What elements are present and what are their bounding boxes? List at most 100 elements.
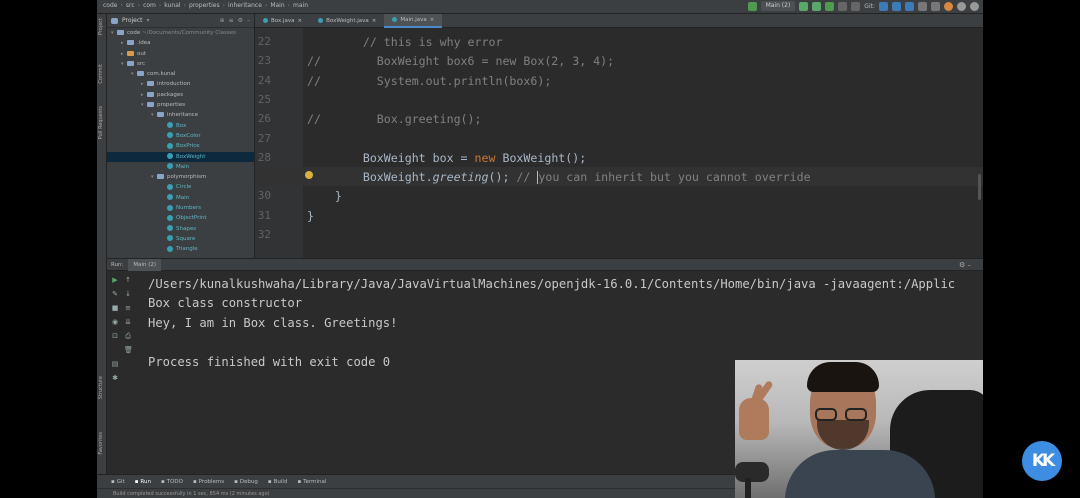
tree-item[interactable]: BoxColor xyxy=(107,131,254,141)
wrench-icon[interactable]: ✎ xyxy=(111,290,119,298)
code-line[interactable]: // this is why error xyxy=(307,35,503,49)
breadcrumb-separator: › xyxy=(158,2,162,9)
git-push-icon[interactable] xyxy=(905,1,914,11)
stop-icon[interactable]: ■ xyxy=(111,304,119,312)
chevron-down-icon[interactable]: ▾ xyxy=(147,17,150,24)
pull-requests-tool-tab[interactable]: Pull Requests xyxy=(98,106,104,139)
restore-layout-icon[interactable]: ⊡ xyxy=(111,332,119,340)
layout-icon[interactable]: ▤ xyxy=(111,360,119,368)
gear-icon[interactable]: ⚙ – xyxy=(959,261,971,269)
git-commit-icon[interactable] xyxy=(892,1,901,11)
code-line[interactable]: } xyxy=(307,189,342,203)
tree-item[interactable]: Square xyxy=(107,234,254,244)
breadcrumb-item[interactable]: inheritance xyxy=(228,2,262,9)
coverage-icon[interactable] xyxy=(825,1,835,11)
tool-window-todo[interactable]: ▪ TODO xyxy=(161,479,183,485)
history-icon[interactable] xyxy=(918,1,927,11)
hammer-icon[interactable] xyxy=(747,1,757,11)
breadcrumb-item[interactable]: properties xyxy=(189,2,220,9)
code-token: new xyxy=(474,150,496,165)
favorites-tool-tab[interactable]: Favorites xyxy=(98,432,104,455)
tree-item[interactable]: ▾ code ~/Documents/Community Classes xyxy=(107,28,254,38)
project-tool-tab[interactable]: Project xyxy=(98,18,104,35)
close-icon[interactable]: × xyxy=(372,14,377,28)
run-tab-main[interactable]: Main (2) xyxy=(128,258,162,271)
arrow-up-icon[interactable]: ↑ xyxy=(124,276,132,284)
breadcrumb-item[interactable]: Main xyxy=(270,2,284,9)
beard xyxy=(817,420,869,450)
tool-window-run[interactable]: ▪ Run xyxy=(135,479,151,485)
code-editor[interactable]: Box.java × BoxWeight.java × Main.java × 22 23 2… xyxy=(255,13,983,258)
tool-window-git[interactable]: ▪ Git xyxy=(111,479,125,485)
tree-item[interactable]: ▸ packages xyxy=(107,90,254,100)
breadcrumb-item[interactable]: code xyxy=(103,2,117,9)
tree-item[interactable]: ▾ properties xyxy=(107,100,254,110)
tool-window-debug[interactable]: ▪ Debug xyxy=(234,479,258,485)
tool-window-terminal[interactable]: ▪ Terminal xyxy=(297,479,326,485)
tree-item[interactable]: Box xyxy=(107,121,254,131)
tree-item[interactable]: ▸ introduction xyxy=(107,79,254,89)
tree-item[interactable]: ▾ com.kunal xyxy=(107,69,254,79)
tree-item[interactable]: ObjectPrint xyxy=(107,213,254,223)
tool-window-build[interactable]: ▪ Build xyxy=(268,479,288,485)
project-view-select[interactable]: Project xyxy=(122,17,143,24)
tree-item[interactable]: ▸ out xyxy=(107,49,254,59)
tree-item[interactable]: Main xyxy=(107,193,254,203)
breadcrumb-item[interactable]: src xyxy=(126,2,135,9)
run-configuration-select[interactable]: Main (2) xyxy=(760,1,796,11)
tree-item-label: BoxWeight xyxy=(176,153,206,160)
editor-scrollbar[interactable] xyxy=(978,174,981,200)
user-icon[interactable] xyxy=(944,1,953,11)
print-icon[interactable]: ⎙ xyxy=(124,332,132,340)
gear-icon[interactable]: ⚙ xyxy=(238,17,243,24)
settings-icon[interactable] xyxy=(970,1,979,11)
pin-icon[interactable]: ✱ xyxy=(111,374,119,382)
tree-item[interactable]: Shapes xyxy=(107,224,254,234)
code-token: } xyxy=(307,208,314,223)
soft-wrap-icon[interactable]: ≡ xyxy=(124,304,132,312)
tree-item[interactable]: ▾ src xyxy=(107,59,254,69)
search-icon[interactable] xyxy=(957,1,966,11)
tree-item[interactable]: ▾ polymorphism xyxy=(107,172,254,182)
arrow-down-icon[interactable]: ↓ xyxy=(124,290,132,298)
rerun-icon[interactable]: ▶ xyxy=(111,276,119,284)
update-icon[interactable] xyxy=(851,1,861,11)
code-line[interactable]: BoxWeight box = new BoxWeight(); xyxy=(307,151,586,165)
editor-tab[interactable]: BoxWeight.java × xyxy=(310,14,384,28)
structure-tool-tab[interactable]: Structure xyxy=(98,376,104,399)
trash-icon[interactable]: 🗑 xyxy=(124,346,133,354)
tree-item[interactable]: ▾ inheritance xyxy=(107,110,254,120)
git-update-icon[interactable] xyxy=(879,1,888,11)
editor-tab[interactable]: Box.java × xyxy=(255,14,310,28)
breadcrumb-item[interactable]: kunal xyxy=(164,2,180,9)
tree-item[interactable]: Circle xyxy=(107,182,254,192)
tree-item[interactable]: Triangle xyxy=(107,244,254,254)
tool-window-problems[interactable]: ▪ Problems xyxy=(193,479,224,485)
tree-item[interactable]: ▸ .idea xyxy=(107,38,254,48)
code-line[interactable]: // BoxWeight box6 = new Box(2, 3, 4); xyxy=(307,54,614,68)
breadcrumb-item[interactable]: main xyxy=(293,2,308,9)
line-number: 23 xyxy=(257,54,271,68)
editor-tab[interactable]: Main.java × xyxy=(384,13,443,28)
collapse-icon[interactable]: ≡ xyxy=(229,17,234,24)
debug-icon[interactable] xyxy=(812,1,822,11)
breadcrumb-item[interactable]: com xyxy=(143,2,156,9)
tree-item[interactable]: Numbers xyxy=(107,203,254,213)
crosshair-icon[interactable]: ⊕ xyxy=(220,17,225,24)
stop-icon[interactable] xyxy=(838,1,848,11)
rollback-icon[interactable] xyxy=(931,1,940,11)
code-line[interactable]: BoxWeight.greeting(); // you can inherit… xyxy=(307,170,811,185)
code-line[interactable]: } xyxy=(307,209,314,223)
camera-icon[interactable]: ◉ xyxy=(111,318,119,326)
commit-tool-tab[interactable]: Commit xyxy=(98,64,104,84)
close-icon[interactable]: × xyxy=(298,14,303,28)
close-icon[interactable]: × xyxy=(430,13,435,27)
scroll-to-end-icon[interactable]: ⇊ xyxy=(124,318,132,326)
code-line[interactable]: // System.out.println(box6); xyxy=(307,74,551,88)
run-icon[interactable] xyxy=(799,1,809,11)
tree-item[interactable]: Main xyxy=(107,162,254,172)
tree-item[interactable]: BoxWeight xyxy=(107,151,254,162)
code-line[interactable]: // Box.greeting(); xyxy=(307,112,482,126)
tree-item[interactable]: BoxPrice xyxy=(107,141,254,151)
minimize-icon[interactable]: – xyxy=(247,17,250,24)
